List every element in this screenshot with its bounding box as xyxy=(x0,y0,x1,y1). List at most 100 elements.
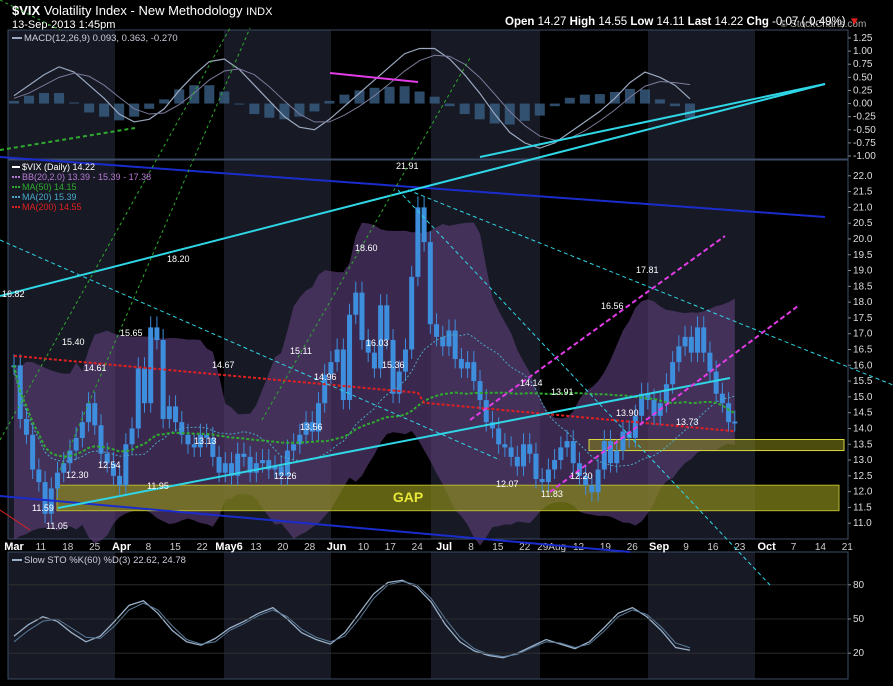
legend-entry: BB(20,2.0) 13.39 - 15.39 - 17.38 xyxy=(22,172,151,182)
macd-histogram-bar xyxy=(399,86,410,104)
chart-canvas: 1.25 1.00 0.75 0.50 0.25 0.00 -0.25 -0.50 -0.75 -… xyxy=(0,0,893,680)
x-tick-label: Jun xyxy=(327,541,347,553)
macd-histogram-bar xyxy=(294,103,305,117)
macd-histogram-bar xyxy=(459,103,470,115)
price-label: 15.11 xyxy=(290,346,312,356)
y-tick-label: 50 xyxy=(853,614,865,625)
macd-histogram-bar xyxy=(579,94,590,104)
candle-body xyxy=(589,485,595,493)
x-tick-label: 23 xyxy=(734,542,746,553)
macd-histogram-bar xyxy=(114,103,125,121)
legend-entry: $VIX (Daily) 14.22 xyxy=(22,162,95,172)
price-label: 15.40 xyxy=(62,337,85,347)
candle-body xyxy=(216,456,222,473)
candle-body xyxy=(514,456,520,467)
y-tick-label: 20.5 xyxy=(853,218,873,229)
candle-body xyxy=(359,292,365,341)
candle-body xyxy=(340,349,346,401)
y-tick-label: 13.0 xyxy=(853,455,873,466)
macd-histogram-bar xyxy=(685,103,695,118)
x-tick-label: 25 xyxy=(89,542,101,553)
y-tick-label: 1.00 xyxy=(853,46,873,57)
candle-body xyxy=(719,393,725,404)
x-tick-label: 8 xyxy=(146,542,152,553)
price-label: 18.60 xyxy=(355,243,378,253)
price-label: 13.56 xyxy=(300,422,323,432)
x-tick-label: 20 xyxy=(277,542,289,553)
macd-histogram-bar xyxy=(219,91,230,104)
y-tick-label: 11.5 xyxy=(853,502,872,513)
price-label: 13.90 xyxy=(616,408,639,418)
candle-body xyxy=(552,460,558,470)
y-tick-label: 13.5 xyxy=(853,439,873,450)
candle-body xyxy=(595,469,601,493)
price-label: 11.95 xyxy=(147,481,169,491)
macd-histogram-bar xyxy=(549,103,560,107)
candle-body xyxy=(166,406,172,419)
x-tick-label: 15 xyxy=(170,542,182,553)
y-tick-label: 12.5 xyxy=(853,471,873,482)
candle-body xyxy=(502,444,508,448)
candle-body xyxy=(117,475,123,486)
stock-chart: $VIX Volatility Index - New Methodology … xyxy=(0,0,893,686)
x-tick-label: 15 xyxy=(492,542,504,553)
candle-body xyxy=(334,349,340,363)
price-label: 16.56 xyxy=(601,301,624,311)
y-tick-label: 18.5 xyxy=(853,281,873,292)
x-tick-label: May6 xyxy=(215,541,243,553)
macd-histogram-bar xyxy=(534,103,545,116)
x-tick-label: 13 xyxy=(250,542,262,553)
candle-body xyxy=(353,292,359,315)
candle-body xyxy=(409,276,415,350)
month-shade xyxy=(431,552,540,679)
macd-histogram-bar xyxy=(639,89,650,104)
macd-histogram-bar xyxy=(384,86,395,104)
x-tick-label: 16 xyxy=(707,542,719,553)
month-shade xyxy=(224,552,331,679)
candle-body xyxy=(222,463,228,473)
macd-label: MACD(12,26,9) 0.093, 0.363, -0.270 xyxy=(24,33,178,44)
macd-histogram-bar xyxy=(324,100,335,104)
macd-histogram-bar xyxy=(144,103,155,109)
legend-entry: MA(20) 15.39 xyxy=(22,192,77,202)
macd-histogram-bar xyxy=(474,103,485,120)
y-tick-label: 20.0 xyxy=(853,234,873,245)
price-label: 15.65 xyxy=(120,328,143,338)
y-tick-label: 0.75 xyxy=(853,59,873,70)
price-label: 16.03 xyxy=(366,338,389,348)
macd-histogram-bar xyxy=(204,85,215,104)
price-label: 11.05 xyxy=(46,521,68,531)
candle-body xyxy=(732,421,738,424)
candle-body xyxy=(427,242,433,325)
y-tick-label: 16.5 xyxy=(853,345,873,356)
macd-histogram-bar xyxy=(84,103,95,113)
candle-body xyxy=(30,434,36,470)
month-shade xyxy=(8,552,115,679)
x-tick-label: 21 xyxy=(842,542,854,553)
candle-body xyxy=(601,441,607,470)
y-tick-label: 14.0 xyxy=(853,423,873,434)
sto-label: Slow STO %K(60) %D(3) 22.62, 24.78 xyxy=(24,555,186,566)
candle-body xyxy=(477,381,483,401)
candle-body xyxy=(701,327,707,353)
candle-body xyxy=(458,358,464,369)
x-tick-label: Jul xyxy=(436,541,452,553)
candle-body xyxy=(79,422,85,438)
x-tick-label: 28 xyxy=(304,542,316,553)
price-label: 12.54 xyxy=(98,460,121,470)
macd-histogram-bar xyxy=(234,103,245,105)
x-tick-label: 17 xyxy=(385,542,397,553)
price-label: 14.96 xyxy=(314,372,337,382)
x-tick-label: 22 xyxy=(197,542,209,553)
candle-body xyxy=(564,441,570,448)
price-label: 14.14 xyxy=(520,378,543,388)
candle-body xyxy=(421,207,427,243)
candle-body xyxy=(384,305,390,341)
candle-body xyxy=(608,441,614,464)
price-label: 15.36 xyxy=(382,360,405,370)
price-label: 11.59 xyxy=(32,503,54,513)
y-tick-label: 11.0 xyxy=(853,518,872,529)
candle-body xyxy=(533,453,539,479)
y-tick-label: 16.0 xyxy=(853,360,873,371)
candle-body xyxy=(260,460,266,464)
